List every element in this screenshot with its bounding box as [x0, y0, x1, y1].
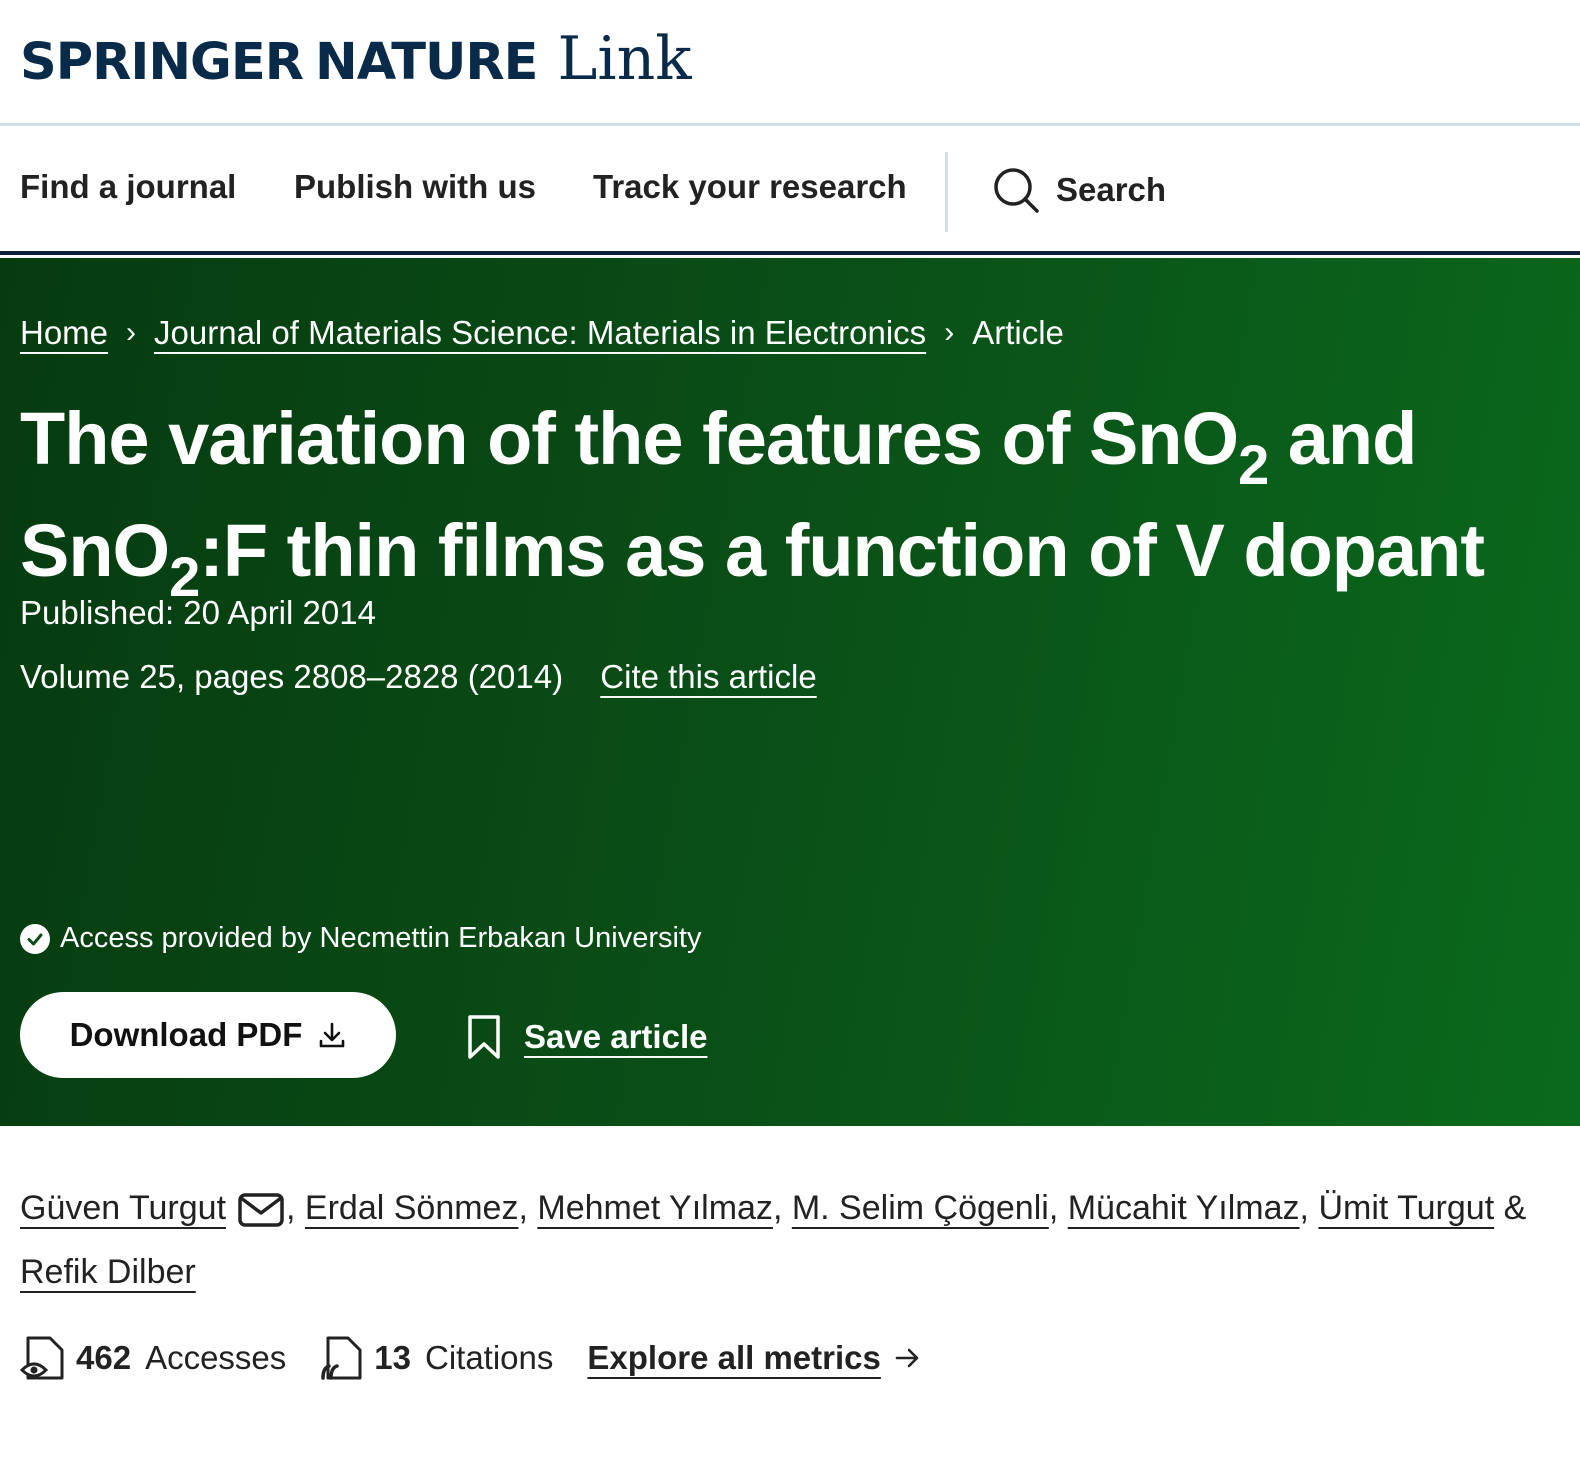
- volume-info: Volume 25, pages 2808–2828 (2014) Cite t…: [20, 658, 817, 696]
- volume-pages: Volume 25, pages 2808–2828 (2014): [20, 658, 564, 695]
- chevron-right-icon: ›: [944, 316, 955, 349]
- author-link[interactable]: Erdal Sönmez: [305, 1189, 519, 1227]
- save-article-label: Save article: [524, 1018, 708, 1055]
- author-link[interactable]: Mücahit Yılmaz: [1068, 1189, 1300, 1227]
- cite-article-link[interactable]: Cite this article: [600, 658, 816, 695]
- citations-label: Citations: [425, 1339, 554, 1376]
- breadcrumb-home[interactable]: Home: [20, 314, 108, 352]
- article-metrics: 462 Accesses 13 Citations Explore all me…: [20, 1334, 921, 1382]
- arrow-right-icon: [895, 1348, 919, 1368]
- author-list: Güven Turgut, Erdal Sönmez, Mehmet Yılma…: [20, 1189, 1527, 1291]
- document-eye-icon: [20, 1336, 64, 1380]
- author-link[interactable]: Mehmet Yılmaz: [537, 1189, 773, 1227]
- bookmark-icon: [468, 1015, 500, 1059]
- download-pdf-label: Download PDF: [69, 1016, 303, 1053]
- accesses-label: Accesses: [145, 1339, 287, 1376]
- breadcrumb-current: Article: [972, 314, 1064, 351]
- author-link[interactable]: M. Selim Çögenli: [792, 1189, 1049, 1227]
- nav-find-journal[interactable]: Find a journal: [20, 168, 236, 206]
- accesses-metric: 462 Accesses: [20, 1334, 286, 1382]
- citations-count: 13: [374, 1339, 411, 1376]
- chevron-right-icon: ›: [126, 316, 137, 349]
- explore-metrics-label: Explore all metrics: [587, 1339, 881, 1376]
- breadcrumb: Home › Journal of Materials Science: Mat…: [20, 314, 1064, 352]
- access-notice: Access provided by Necmettin Erbakan Uni…: [20, 922, 701, 955]
- access-text: Access provided by Necmettin Erbakan Uni…: [60, 922, 702, 954]
- article-title: The variation of the features of SnO2 an…: [20, 397, 1485, 608]
- search-button[interactable]: Search: [992, 166, 1166, 214]
- breadcrumb-journal[interactable]: Journal of Materials Science: Materials …: [154, 314, 926, 352]
- author-link[interactable]: Ümit Turgut: [1318, 1189, 1494, 1227]
- logo-springer: SPRINGER: [20, 33, 304, 92]
- logo-link: Link: [557, 24, 692, 94]
- author-link[interactable]: Refik Dilber: [20, 1253, 196, 1291]
- search-label: Search: [1056, 171, 1167, 208]
- citations-metric: 13 Citations: [320, 1334, 553, 1382]
- brand-bar: SPRINGER NATURE Link: [0, 0, 1580, 126]
- search-icon: [994, 168, 1039, 213]
- accesses-count: 462: [76, 1339, 132, 1376]
- mail-icon[interactable]: [238, 1193, 284, 1227]
- download-icon: [320, 1022, 345, 1048]
- nav-track-research[interactable]: Track your research: [593, 168, 907, 206]
- springer-nature-link-logo[interactable]: SPRINGER NATURE Link: [20, 24, 692, 94]
- authors-conjunction: &: [1503, 1189, 1527, 1227]
- published-date: Published: 20 April 2014: [20, 594, 376, 631]
- explore-metrics-link[interactable]: Explore all metrics: [587, 1339, 920, 1377]
- article-hero: Home › Journal of Materials Science: Mat…: [0, 258, 1580, 1126]
- nav-publish-with-us[interactable]: Publish with us: [294, 168, 536, 206]
- author-link[interactable]: Güven Turgut: [20, 1189, 226, 1227]
- logo-nature: NATURE: [315, 33, 539, 92]
- check-circle-icon: [20, 923, 50, 954]
- document-quote-icon: [321, 1336, 362, 1380]
- download-pdf-button[interactable]: Download PDF: [20, 992, 396, 1078]
- save-article-button[interactable]: Save article: [466, 1014, 707, 1060]
- nav-divider: [945, 152, 948, 232]
